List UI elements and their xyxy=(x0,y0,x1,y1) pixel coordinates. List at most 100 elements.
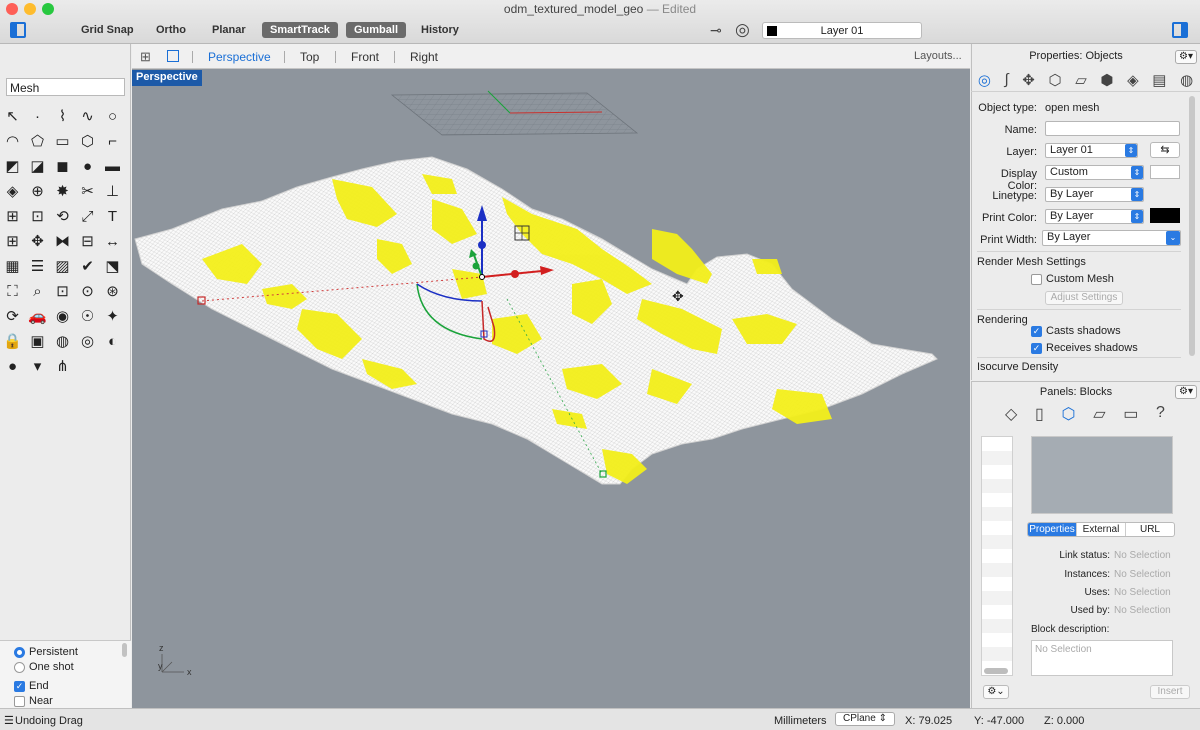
terrain-mesh[interactable] xyxy=(134,156,938,485)
fillet-icon[interactable]: ⌐ xyxy=(100,129,125,154)
custom-mesh-checkbox[interactable] xyxy=(1031,273,1042,285)
history-button[interactable]: History xyxy=(413,22,467,38)
receives-shadows-option[interactable]: ✓ Receives shadows xyxy=(1031,342,1138,354)
hatch-icon[interactable]: ▨ xyxy=(50,254,75,279)
custom-mesh-option[interactable]: Custom Mesh xyxy=(1031,273,1114,285)
cylinder-icon[interactable]: ▬ xyxy=(100,154,125,179)
dropdown-icon[interactable]: ▾ xyxy=(25,354,50,379)
zoom-extents-icon[interactable]: ⊙ xyxy=(75,279,100,304)
persistent-option[interactable]: Persistent xyxy=(14,646,78,658)
end-snap-option[interactable]: ✓ End xyxy=(14,680,49,692)
lock-icon[interactable]: 🔒 xyxy=(0,329,25,354)
one-shot-option[interactable]: One shot xyxy=(14,661,74,673)
mesh-properties-icon[interactable]: ⬡ xyxy=(1048,71,1061,89)
toggle-left-sidebar-icon[interactable] xyxy=(10,22,26,38)
document-icon[interactable]: ▯ xyxy=(1035,404,1044,424)
cplane-select[interactable]: CPlane ⇕ xyxy=(835,712,895,726)
hexagon-icon[interactable]: ⬡ xyxy=(75,129,100,154)
camera-icon[interactable]: ◉ xyxy=(50,304,75,329)
mirror-icon[interactable]: ⧓ xyxy=(50,229,75,254)
zoom-window-icon[interactable]: ⊡ xyxy=(50,279,75,304)
casts-shadows-option[interactable]: ✓ Casts shadows xyxy=(1031,325,1121,337)
explode-icon[interactable]: ✸ xyxy=(50,179,75,204)
decal-icon[interactable]: ▤ xyxy=(1152,71,1166,89)
gumball-properties-icon[interactable]: ✥ xyxy=(1022,71,1035,89)
car-icon[interactable]: 🚗 xyxy=(25,304,50,329)
check-icon[interactable]: ✔ xyxy=(75,254,100,279)
tab-top[interactable]: Top xyxy=(300,50,319,64)
join-icon[interactable]: ⊞ xyxy=(0,204,25,229)
display-icon[interactable]: ▭ xyxy=(1123,404,1138,424)
insert-button[interactable]: Insert xyxy=(1150,685,1190,699)
render-settings-icon[interactable]: ◍ xyxy=(1180,71,1193,89)
print-width-select[interactable]: By Layer ⌄ xyxy=(1042,230,1181,246)
snap-target-icon[interactable]: ⊸ xyxy=(710,22,722,39)
dimension-icon[interactable]: ↔ xyxy=(100,229,125,254)
adjust-settings-button[interactable]: Adjust Settings xyxy=(1045,291,1123,305)
block-description-field[interactable]: No Selection xyxy=(1031,640,1173,676)
osnap-scrollbar[interactable] xyxy=(122,643,127,657)
command-input[interactable]: Mesh xyxy=(6,78,125,96)
blocks-gear-icon[interactable]: ⚙▾ xyxy=(1175,385,1197,399)
tab-external[interactable]: External xyxy=(1077,523,1126,536)
object-snap-icon[interactable]: ◎ xyxy=(735,20,750,40)
arc-icon[interactable]: ◠ xyxy=(0,129,25,154)
project-icon[interactable]: ⬔ xyxy=(100,254,125,279)
text-icon[interactable]: T xyxy=(100,204,125,229)
casts-shadows-checkbox[interactable]: ✓ xyxy=(1031,325,1042,337)
properties-gear-icon[interactable]: ⚙▾ xyxy=(1175,50,1197,64)
scene-canvas[interactable]: ✥ z x y xyxy=(132,69,970,708)
scale-icon[interactable]: ⤢ xyxy=(75,204,100,229)
tab-url[interactable]: URL xyxy=(1126,523,1174,536)
persistent-radio[interactable] xyxy=(14,646,25,658)
block-icon[interactable]: ⬡ xyxy=(1062,404,1076,424)
color-wheel-icon[interactable]: ◍ xyxy=(50,329,75,354)
curve-properties-icon[interactable]: ∫ xyxy=(1005,71,1009,88)
layers-icon[interactable]: ◇ xyxy=(1005,404,1017,424)
mesh-icon[interactable]: ◈ xyxy=(0,179,25,204)
four-view-icon[interactable]: ⊞ xyxy=(140,49,151,65)
toggle-right-sidebar-icon[interactable] xyxy=(1172,22,1188,38)
tab-perspective[interactable]: Perspective xyxy=(208,50,271,64)
polygon-icon[interactable]: ⬠ xyxy=(25,129,50,154)
ortho-button[interactable]: Ortho xyxy=(148,22,194,38)
grid-snap-button[interactable]: Grid Snap xyxy=(73,22,142,38)
gumball-button[interactable]: Gumball xyxy=(346,22,407,38)
group-icon[interactable]: ⊡ xyxy=(25,204,50,229)
pointer-arrow-icon[interactable]: ↖ xyxy=(0,104,25,129)
texture-mapping-icon[interactable]: ◈ xyxy=(1127,71,1139,89)
rotate-icon[interactable]: ⟲ xyxy=(50,204,75,229)
patch-icon[interactable]: ◪ xyxy=(25,154,50,179)
zoom-icon[interactable]: ⌕ xyxy=(25,279,50,304)
linetype-select[interactable]: By Layer ⇕ xyxy=(1045,187,1144,202)
layouts-button[interactable]: Layouts... xyxy=(914,50,962,62)
layer-select[interactable]: Layer 01 ⇕ xyxy=(1045,143,1138,158)
print-color-select[interactable]: By Layer ⇕ xyxy=(1045,209,1144,224)
smarttrack-button[interactable]: SmartTrack xyxy=(262,22,338,38)
rectangle-icon[interactable]: ▭ xyxy=(50,129,75,154)
receives-shadows-checkbox[interactable]: ✓ xyxy=(1031,342,1042,354)
layer-selector[interactable]: Layer 01 xyxy=(762,22,922,39)
curve-icon[interactable]: ∿ xyxy=(75,104,100,129)
split-icon[interactable]: ⊥ xyxy=(100,179,125,204)
sphere-small-icon[interactable]: ● xyxy=(0,354,25,379)
surface-properties-icon[interactable]: ▱ xyxy=(1075,71,1087,89)
tab-right[interactable]: Right xyxy=(410,50,438,64)
single-view-icon[interactable] xyxy=(167,50,179,62)
move-icon[interactable]: ✥ xyxy=(25,229,50,254)
tab-properties[interactable]: Properties xyxy=(1028,523,1077,536)
blocks-options-gear-icon[interactable]: ⚙⌄ xyxy=(983,685,1009,699)
display-color-select[interactable]: Custom ⇕ xyxy=(1045,165,1144,180)
properties-scrollbar[interactable] xyxy=(1189,96,1195,356)
sphere-icon[interactable]: ● xyxy=(75,154,100,179)
surface-icon[interactable]: ◩ xyxy=(0,154,25,179)
polyline-icon[interactable]: ⌇ xyxy=(50,104,75,129)
end-checkbox[interactable]: ✓ xyxy=(14,680,25,692)
trim-icon[interactable]: ✂ xyxy=(75,179,100,204)
help-icon[interactable]: ? xyxy=(1156,404,1165,424)
point-icon[interactable]: · xyxy=(25,104,50,129)
viewport-perspective[interactable]: ✥ z x y xyxy=(132,69,970,708)
box-icon[interactable]: ◼ xyxy=(50,154,75,179)
boolean-icon[interactable]: ⊕ xyxy=(25,179,50,204)
align-icon[interactable]: ⊟ xyxy=(75,229,100,254)
